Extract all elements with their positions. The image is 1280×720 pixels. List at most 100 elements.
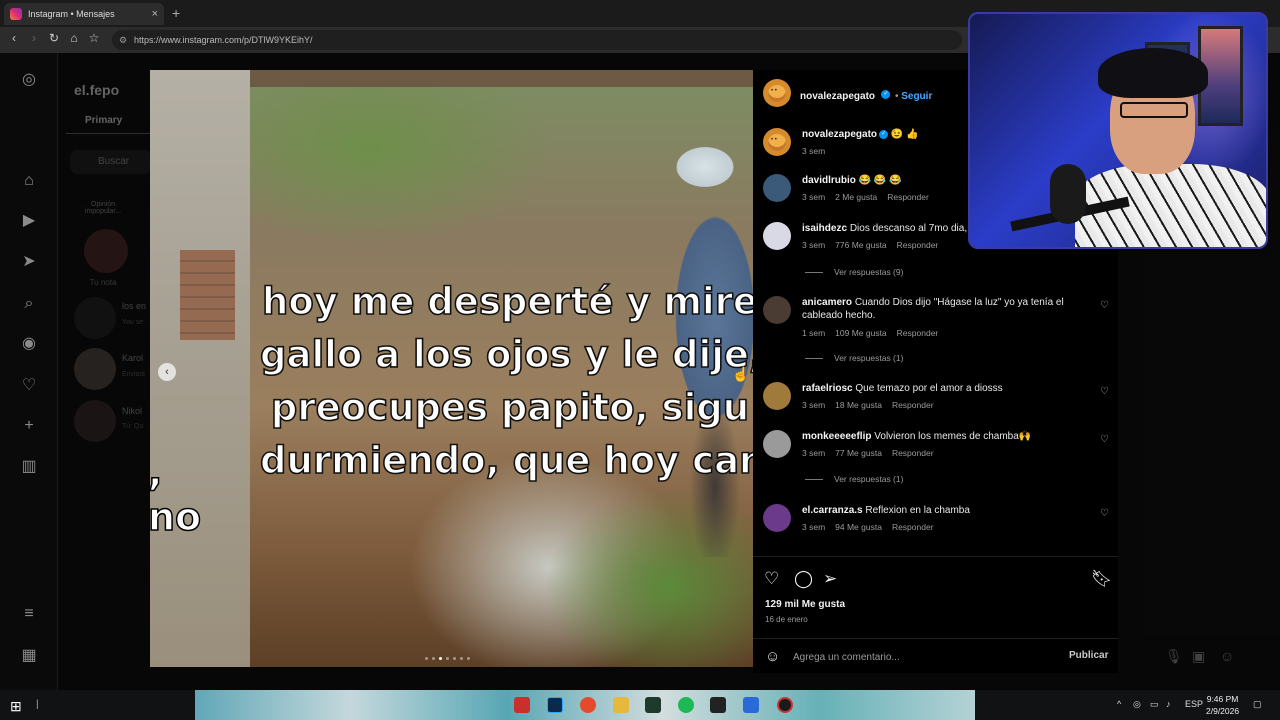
messages-icon[interactable]: ➤ (19, 252, 39, 272)
commenter-username[interactable]: monkeeeeeflip (802, 431, 871, 442)
comment-time: 3 sem (802, 522, 826, 532)
dashboard-icon[interactable]: ▥ (19, 457, 39, 477)
spotify-icon[interactable] (678, 697, 694, 713)
language-indicator[interactable]: ESP (1185, 699, 1203, 709)
app-icon[interactable] (580, 697, 596, 713)
emoji-icon[interactable]: ☺ (765, 648, 780, 665)
view-replies-button[interactable]: Ver respuestas (1) (805, 474, 903, 484)
browser-tab[interactable]: Instagram • Mensajes × (4, 3, 164, 25)
instagram-icon[interactable]: ◎ (19, 70, 39, 90)
reply-button[interactable]: Responder (897, 328, 939, 338)
tab-close-icon[interactable]: × (152, 8, 158, 20)
commenter-username[interactable]: el.carranza.s (802, 505, 863, 516)
comment-likes[interactable]: 94 Me gusta (835, 522, 882, 532)
comment-likes[interactable]: 2 Me gusta (835, 192, 877, 202)
brick-wall (180, 250, 235, 340)
tray-chevron-icon[interactable]: ^ (1117, 699, 1121, 709)
commenter-avatar[interactable] (763, 382, 791, 410)
commenter-username[interactable]: anicamero (802, 297, 852, 308)
tray-app-icon[interactable]: ◎ (1133, 699, 1141, 710)
commenter-username[interactable]: isaihdezc (802, 223, 847, 234)
commenter-username[interactable]: davidlrubio (802, 175, 856, 186)
reply-button[interactable]: Responder (892, 448, 934, 458)
comment-likes[interactable]: 776 Me gusta (835, 240, 887, 250)
comment-likes[interactable]: 18 Me gusta (835, 400, 882, 410)
start-menu-icon[interactable]: ⊞ (10, 698, 22, 715)
comment-meta: 3 sem 2 Me gusta Responder (802, 192, 939, 202)
comment-like-icon[interactable]: ♡ (1100, 434, 1109, 445)
clock-time: 9:46 PM (1206, 694, 1239, 704)
create-icon[interactable]: + (19, 416, 39, 436)
file-explorer-icon[interactable] (613, 697, 629, 713)
heart-icon[interactable]: ♡ (19, 376, 39, 396)
obs-icon[interactable] (777, 697, 793, 713)
new-tab-button[interactable]: + (172, 5, 180, 21)
comment-like-icon[interactable]: ♡ (1100, 508, 1109, 519)
apps-icon[interactable]: ▦ (19, 646, 39, 666)
view-replies-button[interactable]: Ver respuestas (1) (805, 353, 903, 363)
commenter-username[interactable]: novalezapegato (802, 129, 877, 140)
network-icon[interactable]: ▭ (1150, 699, 1159, 710)
carousel-dot (425, 657, 428, 660)
commenter-avatar[interactable] (763, 504, 791, 532)
previous-slide-button[interactable]: ‹ (158, 363, 176, 381)
comment-like-icon[interactable]: ♡ (1100, 386, 1109, 397)
bookmark-button[interactable]: ☆ (86, 31, 102, 45)
publish-button[interactable]: Publicar (1069, 650, 1108, 661)
save-icon[interactable]: 🔖︎ (1091, 569, 1113, 589)
comment-meta: 3 sem 94 Me gusta Responder (802, 522, 944, 532)
commenter-avatar[interactable] (763, 174, 791, 202)
clock[interactable]: 9:46 PM 2/9/2026 (1206, 693, 1239, 717)
like-icon[interactable]: ♡ (764, 569, 779, 589)
commenter-avatar[interactable] (763, 222, 791, 250)
share-icon[interactable]: ➢ (823, 569, 837, 589)
reply-button[interactable]: Responder (887, 192, 929, 202)
reload-button[interactable]: ↻ (46, 31, 62, 45)
comment-time: 3 sem (802, 146, 826, 156)
comment-likes[interactable]: 77 Me gusta (835, 448, 882, 458)
comment-input[interactable] (793, 648, 1053, 666)
commenter-avatar[interactable] (763, 296, 791, 324)
post-media[interactable]: , no hoy me desperté y mire gallo a los … (150, 70, 753, 667)
volume-icon[interactable]: ♪ (1166, 699, 1171, 709)
photoshop-icon[interactable] (547, 697, 563, 713)
app-icon[interactable] (710, 697, 726, 713)
app-icon[interactable] (514, 697, 530, 713)
follow-button[interactable]: Seguir (901, 91, 932, 102)
carousel-indicator (425, 657, 470, 660)
menu-icon[interactable]: ≡ (19, 604, 39, 624)
app-icon[interactable] (645, 697, 661, 713)
author-avatar[interactable] (763, 79, 791, 107)
reply-button[interactable]: Responder (892, 400, 934, 410)
comment-text: Reflexion en la chamba (865, 505, 970, 516)
commenter-username[interactable]: rafaelriosc (802, 383, 853, 394)
app-icon[interactable] (743, 697, 759, 713)
search-icon[interactable]: ⌕ (19, 294, 39, 314)
comment-time: 3 sem (802, 240, 826, 250)
home-button[interactable]: ⌂ (66, 31, 82, 45)
comment-icon[interactable]: ◯ (794, 569, 813, 589)
commenter-avatar[interactable] (763, 430, 791, 458)
comment-meta: 1 sem 109 Me gusta Responder (802, 328, 948, 338)
comment-like-icon[interactable]: ♡ (1100, 300, 1109, 311)
comment-likes[interactable]: 109 Me gusta (835, 328, 887, 338)
likes-count[interactable]: 129 mil Me gusta (765, 599, 845, 610)
author-username[interactable]: novalezapegato (800, 91, 875, 102)
home-icon[interactable]: ⌂ (19, 171, 39, 191)
reply-button[interactable]: Responder (897, 240, 939, 250)
reels-icon[interactable]: ▶ (19, 211, 39, 231)
tab-title: Instagram • Mensajes (28, 9, 115, 19)
explore-icon[interactable]: ◉ (19, 334, 39, 354)
forward-button[interactable]: › (26, 31, 42, 45)
comment-meta: 3 sem (802, 146, 835, 156)
address-bar[interactable]: ⚙ https://www.instagram.com/p/DTlW9YKEih… (112, 30, 962, 50)
caption-fragment: , (150, 449, 163, 495)
search-icon[interactable]: | (36, 699, 39, 710)
reply-button[interactable]: Responder (892, 522, 934, 532)
back-button[interactable]: ‹ (6, 31, 22, 45)
commenter-avatar[interactable] (763, 128, 791, 156)
caption-fragment: no (150, 494, 202, 540)
view-replies-button[interactable]: Ver respuestas (9) (805, 267, 903, 277)
notifications-icon[interactable]: ▢ (1253, 699, 1262, 710)
site-info-icon[interactable]: ⚙ (119, 30, 127, 50)
